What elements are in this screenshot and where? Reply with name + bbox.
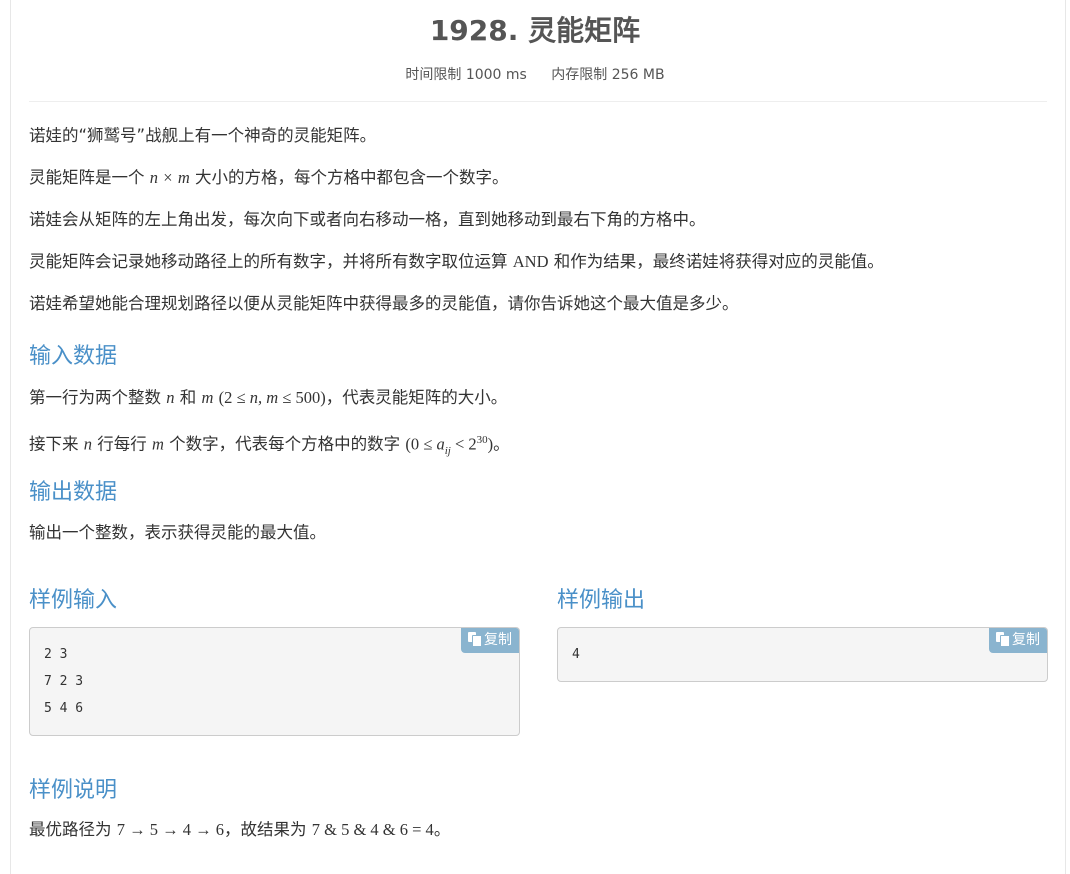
- output-heading: 输出数据: [29, 480, 118, 505]
- text: 灵能矩阵会记录她移动路径上的所有数字，并将所有数字取位运算: [29, 252, 508, 271]
- explanation-heading: 样例说明: [29, 778, 118, 803]
- math-expr: ≤ 500): [278, 388, 326, 407]
- copy-icon: [995, 632, 1010, 647]
- limits-row: 时间限制 1000 ms 内存限制 256 MB: [0, 66, 1070, 84]
- text: 灵能矩阵是一个: [29, 168, 145, 187]
- math-op: ×: [163, 168, 173, 187]
- desc-para-2: 灵能矩阵是一个 n × m 大小的方格，每个方格中都包含一个数字。: [29, 166, 508, 190]
- math-expr: 7 & 5 & 4 & 6 = 4: [311, 820, 434, 839]
- text: 和: [179, 388, 197, 407]
- math-var: n: [166, 388, 175, 407]
- sample-input-heading: 样例输入: [29, 588, 118, 613]
- text: 第一行为两个整数: [29, 388, 161, 407]
- explanation-text: 最优路径为 7 → 5 → 4 → 6，故结果为 7 & 5 & 4 & 6 =…: [29, 818, 450, 842]
- memory-limit: 内存限制 256 MB: [551, 67, 665, 83]
- math-expr: (2 ≤: [218, 388, 250, 407]
- math-var: m: [201, 388, 214, 407]
- math-expr: < 2: [450, 434, 477, 454]
- desc-para-5: 诺娃希望她能合理规划路径以便从灵能矩阵中获得最多的灵能值，请你告诉她这个最大值是…: [29, 294, 739, 313]
- copy-label: 复制: [1012, 632, 1040, 648]
- math-expr: (0 ≤: [405, 434, 437, 454]
- math-var: n: [83, 434, 92, 454]
- text: 行每行: [97, 434, 147, 454]
- desc-para-4: 灵能矩阵会记录她移动路径上的所有数字，并将所有数字取位运算 AND 和作为结果，…: [29, 250, 884, 274]
- math-var: a: [436, 434, 445, 454]
- sample-line: 2 3: [44, 647, 68, 662]
- copy-button[interactable]: 复制: [461, 628, 519, 653]
- sample-output-heading: 样例输出: [557, 588, 646, 613]
- math-var: n: [149, 168, 158, 187]
- desc-para-3: 诺娃会从矩阵的左上角出发，每次向下或者向右移动一格，直到她移动到最右下角的方格中…: [29, 210, 706, 229]
- math-expr: 7 → 5 → 4 → 6: [116, 820, 224, 839]
- math-var: m: [152, 434, 164, 454]
- desc-para-1: 诺娃的“狮鹫号”战舰上有一个神奇的灵能矩阵。: [29, 126, 377, 145]
- sample-line: 4: [572, 647, 580, 662]
- math-sup: 30: [476, 434, 488, 446]
- text: 个数字，代表每个方格中的数字: [169, 434, 401, 454]
- input-line-2: 接下来 n 行每行 m 个数字，代表每个方格中的数字 (0 ≤ aij < 23…: [29, 428, 510, 463]
- time-limit: 时间限制 1000 ms: [405, 67, 527, 83]
- sample-output-box[interactable]: 复制 4: [557, 627, 1048, 682]
- sample-input-box[interactable]: 复制 2 3 7 2 3 5 4 6: [29, 627, 520, 736]
- copy-button[interactable]: 复制: [989, 628, 1047, 653]
- text: 。: [493, 434, 510, 454]
- text: 接下来: [29, 434, 79, 454]
- output-text: 输出一个整数，表示获得灵能的最大值。: [29, 523, 326, 542]
- input-line-1: 第一行为两个整数 n 和 m (2 ≤ n, m ≤ 500)，代表灵能矩阵的大…: [29, 386, 507, 410]
- text: 和作为结果，最终诺娃将获得对应的灵能值。: [553, 252, 884, 271]
- copy-icon: [467, 632, 482, 647]
- sample-line: 7 2 3: [44, 674, 84, 689]
- math-var: m: [177, 168, 190, 187]
- math-and: AND: [512, 252, 549, 271]
- input-heading: 输入数据: [29, 344, 118, 369]
- divider: [29, 101, 1047, 102]
- page-title: 1928. 灵能矩阵: [429, 14, 641, 47]
- text: ，故结果为: [224, 820, 307, 839]
- text: 大小的方格，每个方格中都包含一个数字。: [194, 168, 509, 187]
- sample-line: 5 4 6: [44, 701, 84, 716]
- text: 最优路径为: [29, 820, 112, 839]
- text: ，代表灵能矩阵的大小。: [325, 388, 508, 407]
- math-var: n, m: [249, 388, 279, 407]
- text: 。: [433, 820, 451, 839]
- copy-label: 复制: [484, 632, 512, 648]
